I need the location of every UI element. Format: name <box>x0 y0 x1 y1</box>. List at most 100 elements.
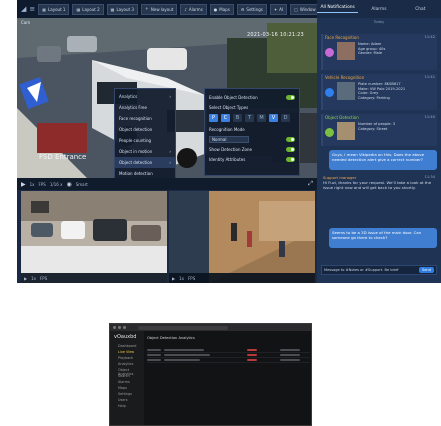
chevron-right-icon: › <box>169 160 171 165</box>
mini-logo: vOauxbd <box>114 334 137 340</box>
send-button[interactable]: Send <box>418 267 434 273</box>
window-dot-icon[interactable] <box>113 326 116 329</box>
play-icon[interactable]: ▶ <box>172 276 175 281</box>
mini-app-window: vOauxbd Dashboard Live View Playback Ana… <box>109 323 312 426</box>
ai-button[interactable]: ✦ AI <box>269 3 288 15</box>
play-icon[interactable]: ▶ <box>21 181 26 188</box>
camera-timestamp: 2021-03-16 10:21:23 <box>247 32 304 38</box>
notifications-tabs: All Notifications Alarms Chat <box>317 0 441 18</box>
menu-item-label: Analytics <box>119 94 138 99</box>
scene-thumbnail <box>337 122 355 140</box>
layout-icon: ▦ <box>76 6 81 12</box>
menu-item-object-in-motion[interactable]: Object in motion › <box>115 146 175 157</box>
menu-item-analytics-free[interactable]: Analytics Free <box>115 102 175 113</box>
notification-title: Vehicle Recognition <box>325 75 365 80</box>
speed-label[interactable]: 1x <box>30 182 35 187</box>
notification-vehicle-recognition[interactable]: Vehicle Recognition 11:41 Plate number: 8… <box>321 74 437 110</box>
snapshot-icon[interactable]: ◉ <box>66 181 71 188</box>
camera-caption: Cam <box>21 20 31 25</box>
menu-item-label: Object in motion <box>119 149 153 154</box>
face-thumbnail <box>337 42 355 60</box>
detection-zone-toggle[interactable] <box>286 146 295 152</box>
tab-layout-3[interactable]: ▦ Layout 3 <box>106 3 138 15</box>
notification-title: Face Recognition <box>325 35 359 40</box>
camera-tile-parking[interactable]: ▶ 1x FPS <box>21 191 167 283</box>
dog-type-icon[interactable]: D <box>281 114 290 122</box>
motorcycle-type-icon[interactable]: M <box>257 114 266 122</box>
chat-bubble-user: Guys, I mean Vikipedia on this. Does the… <box>329 150 437 170</box>
menu-item-label: Motion detection <box>119 171 153 176</box>
play-icon[interactable]: ▶ <box>24 276 27 281</box>
identity-attributes-toggle[interactable] <box>286 156 295 162</box>
menu-item-object-detection[interactable]: Object detection <box>115 124 175 135</box>
menu-item-people-counting[interactable]: People counting <box>115 135 175 146</box>
button-label: Alarms <box>188 6 203 12</box>
notification-line: Category: Street <box>358 126 388 131</box>
tab-chat[interactable]: Chat <box>400 7 441 12</box>
menu-icon[interactable]: ≡ <box>29 5 35 13</box>
gear-icon: ⚙ <box>240 6 245 12</box>
mini-cell-alert <box>247 359 257 361</box>
mini-cell <box>164 359 200 361</box>
settings-button[interactable]: ⚙ Settings <box>236 3 267 15</box>
person-type-icon[interactable]: P <box>209 114 218 122</box>
window-button[interactable]: ▢ Window <box>290 3 320 15</box>
menu-item-face-recognition[interactable]: Face recognition <box>115 113 175 124</box>
smart-label[interactable]: Smart <box>76 182 88 187</box>
menu-item-label: Object detection <box>119 127 153 132</box>
tab-label: Layout 3 <box>116 6 134 12</box>
mini-cell <box>147 359 161 361</box>
tab-label: Layout 1 <box>48 6 66 12</box>
bus-type-icon[interactable]: B <box>233 114 242 122</box>
car-type-icon[interactable]: C <box>221 114 230 122</box>
street-scene-image <box>169 191 315 283</box>
notification-line: Gender: Male <box>358 51 383 56</box>
camera-tile-street[interactable]: ▶ 1x FPS <box>169 191 315 283</box>
chevron-right-icon: › <box>169 149 171 154</box>
menu-item-label: Object detection <box>119 160 153 165</box>
window-dot-icon[interactable] <box>123 326 126 329</box>
fps-label[interactable]: FPS <box>40 276 47 281</box>
truck-type-icon[interactable]: T <box>245 114 254 122</box>
van-type-icon[interactable]: V <box>269 114 278 122</box>
alarms-button[interactable]: ♪ Alarms <box>180 3 207 15</box>
chat-input[interactable]: Message to #Notes or #Support. Be brief … <box>321 265 437 275</box>
fps-label[interactable]: FPS <box>39 182 46 187</box>
mini-browser-bar <box>110 324 311 331</box>
recognition-mode-select[interactable]: Normal <box>209 135 249 143</box>
notification-object-detection[interactable]: Object Detection 11:40 Number of people: … <box>321 114 437 146</box>
fps-label[interactable]: FPS <box>188 276 195 281</box>
mini-url-bar[interactable] <box>138 325 228 330</box>
notification-time: 11:42 <box>424 35 435 39</box>
mini-cell <box>147 354 161 356</box>
support-message: Support manager 11:34 Hi Fuzi, thanks for… <box>321 174 437 208</box>
window-dot-icon[interactable] <box>118 326 121 329</box>
tab-alarms[interactable]: Alarms <box>358 7 399 12</box>
vms-app-window: ◢ ≡ ▦ Layout 1 ▦ Layout 2 ▦ Layout 3 ＋ New l… <box>17 0 441 283</box>
maps-button[interactable]: ● Maps <box>209 3 234 15</box>
stream-label[interactable]: 1/16 x <box>50 182 63 187</box>
camera-tile-controls: ▶ 1x FPS <box>169 273 315 283</box>
notification-face-recognition[interactable]: Face Recognition 11:42 Name: Adam Age gro… <box>321 34 437 70</box>
tab-layout-2[interactable]: ▦ Layout 2 <box>72 3 104 15</box>
object-detection-submenu: Enable Object Detection Select Object Ty… <box>204 88 300 176</box>
camera-overlay-label: FSD Entrance <box>39 153 87 161</box>
mini-cell <box>164 349 204 351</box>
tab-all-notifications[interactable]: All Notifications <box>317 5 359 13</box>
enable-detection-toggle[interactable] <box>286 94 295 100</box>
menu-item-object-detection-sub[interactable]: Object detection › <box>115 157 175 168</box>
mini-cell <box>280 354 300 356</box>
mini-table-row[interactable] <box>147 358 310 363</box>
main-camera-controls: ▶ 1x FPS 1/16 x ◉ Smart ⤢ <box>17 178 317 190</box>
speed-label[interactable]: 1x <box>179 276 184 281</box>
vehicle-thumbnail <box>337 82 355 100</box>
enable-detection-row: Enable Object Detection <box>209 92 295 102</box>
ai-icon: ✦ <box>273 6 278 12</box>
recognition-mode-toggle[interactable] <box>286 136 295 142</box>
mini-sidebar-item[interactable]: Help <box>110 403 144 409</box>
fullscreen-icon[interactable]: ⤢ <box>308 180 313 188</box>
tab-layout-1[interactable]: ▦ Layout 1 <box>38 3 70 15</box>
tab-new-layout[interactable]: ＋ New layout <box>140 3 178 15</box>
speed-label[interactable]: 1x <box>31 276 36 281</box>
menu-item-analytics[interactable]: Analytics › <box>115 91 175 102</box>
